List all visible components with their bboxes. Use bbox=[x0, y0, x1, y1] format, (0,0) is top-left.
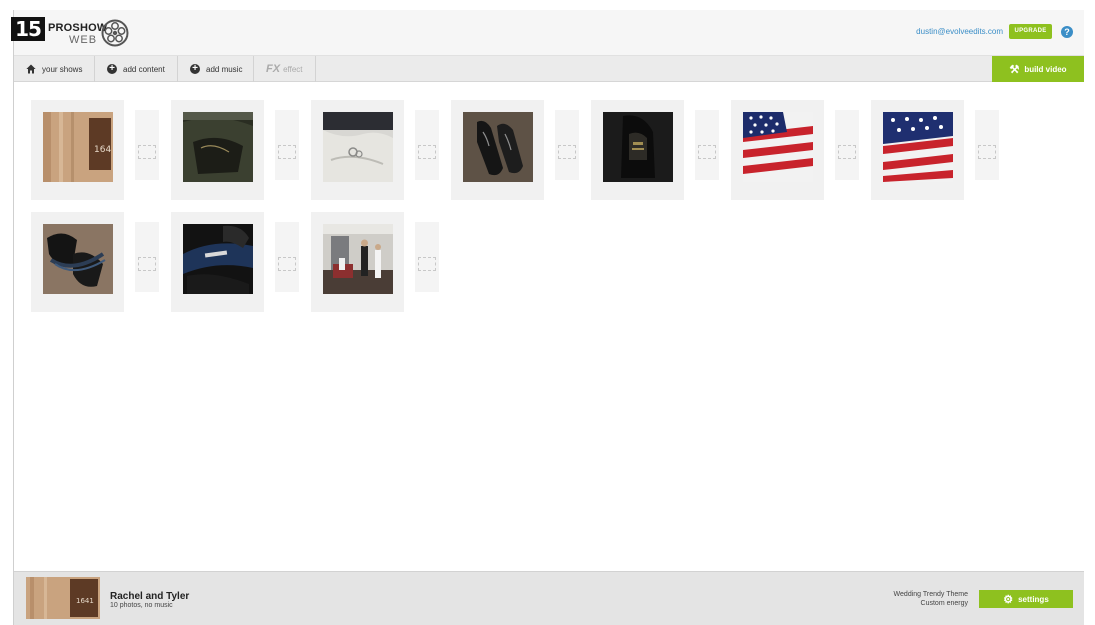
transition-icon bbox=[418, 257, 436, 271]
effect-label: effect bbox=[283, 64, 303, 74]
transition-icon bbox=[698, 145, 716, 159]
logo-wordmark: PROSHOW bbox=[48, 22, 108, 34]
transition-icon bbox=[278, 257, 296, 271]
slide-photo bbox=[183, 224, 253, 294]
theme-energy: Custom energy bbox=[920, 600, 968, 607]
transition-slot[interactable] bbox=[275, 222, 299, 292]
upgrade-button[interactable]: UPGRADE bbox=[1009, 24, 1052, 39]
show-footer: 1641 Rachel and Tyler 10 photos, no musi… bbox=[14, 571, 1084, 625]
add-content-label: add content bbox=[123, 64, 165, 74]
film-reel-icon bbox=[101, 19, 129, 47]
transition-slot[interactable] bbox=[135, 110, 159, 180]
transition-icon bbox=[138, 257, 156, 271]
logo-sub-wordmark: WEB bbox=[69, 34, 98, 46]
slide-photo: 164 bbox=[43, 112, 113, 182]
slide-photo bbox=[323, 112, 393, 182]
transition-slot[interactable] bbox=[695, 110, 719, 180]
fx-icon: FX bbox=[266, 63, 281, 75]
transition-slot[interactable] bbox=[415, 222, 439, 292]
step-badge: 15 bbox=[11, 17, 45, 41]
home-icon bbox=[26, 64, 36, 74]
fx-effect-button[interactable]: FX effect bbox=[254, 56, 316, 82]
slide-photo bbox=[603, 112, 673, 182]
app-frame: 15 PROSHOW WEB dustin@evolveedits.com UP… bbox=[11, 10, 1084, 625]
slide-photo bbox=[43, 224, 113, 294]
transition-icon bbox=[838, 145, 856, 159]
slide-thumbnail[interactable] bbox=[871, 100, 964, 200]
transition-slot[interactable] bbox=[415, 110, 439, 180]
transition-icon bbox=[978, 145, 996, 159]
plus-circle-icon: + bbox=[107, 64, 117, 74]
toolbar: your shows + add content + add music FX … bbox=[14, 56, 1084, 82]
slide-thumbnail[interactable] bbox=[731, 100, 824, 200]
slide-photo bbox=[883, 112, 953, 182]
add-content-button[interactable]: + add content bbox=[95, 56, 178, 82]
slide-thumbnail[interactable]: 164 bbox=[31, 100, 124, 200]
show-summary: 10 photos, no music bbox=[110, 602, 173, 609]
your-shows-button[interactable]: your shows bbox=[14, 56, 95, 82]
tools-icon: ⚒ bbox=[1009, 63, 1020, 76]
settings-label: settings bbox=[1018, 594, 1049, 604]
slide-thumbnail[interactable] bbox=[311, 100, 404, 200]
transition-slot[interactable] bbox=[835, 110, 859, 180]
slide-photo bbox=[463, 112, 533, 182]
slide-thumbnail[interactable] bbox=[31, 212, 124, 312]
build-video-label: build video bbox=[1024, 64, 1067, 74]
slide-photo bbox=[743, 112, 813, 182]
slide-thumbnail[interactable] bbox=[451, 100, 544, 200]
door-number: 164 bbox=[94, 145, 111, 155]
your-shows-label: your shows bbox=[42, 64, 83, 74]
plus-circle-icon: + bbox=[190, 64, 200, 74]
gear-icon: ⚙ bbox=[1003, 593, 1014, 606]
slide-photo bbox=[183, 112, 253, 182]
help-icon[interactable]: ? bbox=[1061, 26, 1073, 38]
build-video-button[interactable]: ⚒ build video bbox=[992, 56, 1084, 82]
slide-photo bbox=[323, 224, 393, 294]
transition-slot[interactable] bbox=[275, 110, 299, 180]
theme-name: Wedding Trendy Theme bbox=[893, 591, 968, 598]
slide-thumbnail[interactable] bbox=[311, 212, 404, 312]
slide-thumbnail[interactable] bbox=[171, 100, 264, 200]
user-email-link[interactable]: dustin@evolveedits.com bbox=[916, 27, 1003, 36]
slide-thumbnail[interactable] bbox=[591, 100, 684, 200]
transition-slot[interactable] bbox=[135, 222, 159, 292]
transition-icon bbox=[558, 145, 576, 159]
show-cover-thumbnail[interactable]: 1641 bbox=[26, 577, 100, 619]
transition-icon bbox=[418, 145, 436, 159]
settings-button[interactable]: ⚙ settings bbox=[979, 590, 1073, 608]
add-music-button[interactable]: + add music bbox=[178, 56, 254, 82]
header-bar: 15 PROSHOW WEB dustin@evolveedits.com UP… bbox=[11, 10, 1084, 56]
cover-door-number: 1641 bbox=[76, 597, 94, 605]
add-music-label: add music bbox=[206, 64, 243, 74]
show-title: Rachel and Tyler bbox=[110, 591, 190, 602]
transition-slot[interactable] bbox=[555, 110, 579, 180]
slide-thumbnail[interactable] bbox=[171, 212, 264, 312]
transition-slot[interactable] bbox=[975, 110, 999, 180]
transition-icon bbox=[278, 145, 296, 159]
transition-icon bbox=[138, 145, 156, 159]
